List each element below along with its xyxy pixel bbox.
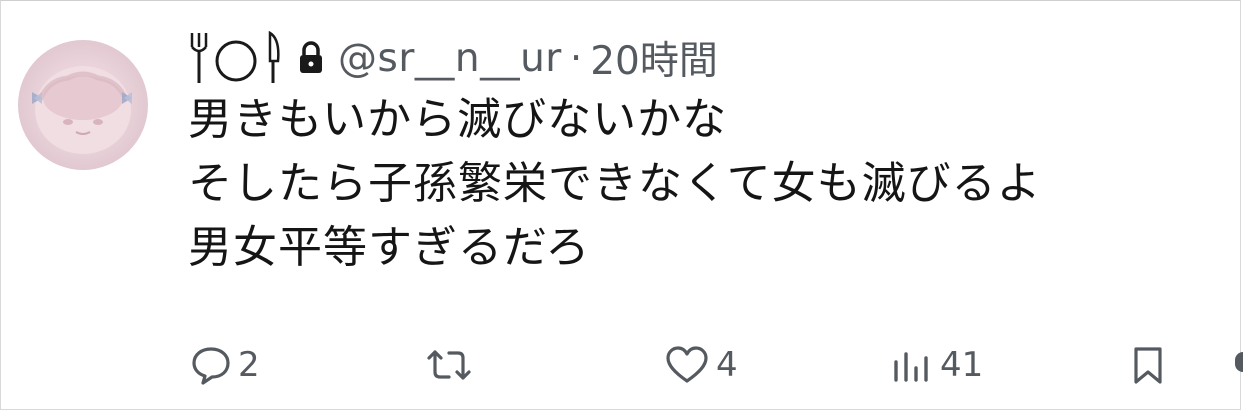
tweet-line: 男きもいから滅びないかな bbox=[188, 94, 728, 145]
bookmark-icon bbox=[1134, 347, 1162, 384]
plate-icon bbox=[215, 40, 257, 82]
views-button[interactable]: 41 bbox=[890, 335, 983, 395]
like-count: 4 bbox=[716, 345, 738, 385]
heart-icon bbox=[666, 346, 708, 383]
separator-dot: · bbox=[569, 35, 583, 81]
bar-chart-icon bbox=[894, 352, 928, 382]
knife-icon bbox=[268, 31, 280, 83]
avatar[interactable] bbox=[18, 40, 148, 170]
reply-button[interactable]: 2 bbox=[190, 335, 260, 395]
display-name[interactable] bbox=[188, 31, 284, 85]
reply-count: 2 bbox=[238, 345, 260, 385]
like-button[interactable]: 4 bbox=[664, 335, 738, 395]
views-count: 41 bbox=[940, 345, 984, 385]
action-bar: 2 4 41 bbox=[0, 335, 1243, 395]
speech-bubble-icon bbox=[192, 347, 230, 385]
tweet-line: そしたら子孫繁栄できなくて女も滅びるよ bbox=[188, 158, 1042, 209]
lock-icon bbox=[298, 41, 324, 75]
tweet-line: 男女平等すぎるだろ bbox=[188, 222, 591, 273]
timestamp[interactable]: 20時間 bbox=[590, 30, 718, 86]
avatar-image bbox=[32, 66, 132, 154]
retweet-button[interactable] bbox=[425, 335, 479, 395]
user-handle[interactable]: @sr__n__ur bbox=[338, 36, 562, 81]
fork-icon bbox=[190, 33, 208, 83]
tweet-text: 男きもいから滅びないかな そしたら子孫繁栄できなくて女も滅びるよ 男女平等すぎる… bbox=[188, 88, 1228, 280]
bookmark-button[interactable] bbox=[1128, 335, 1168, 395]
retweet-icon bbox=[427, 350, 471, 380]
tweet-header: @sr__n__ur · 20時間 bbox=[188, 26, 718, 90]
share-icon-edge[interactable] bbox=[1235, 352, 1243, 372]
